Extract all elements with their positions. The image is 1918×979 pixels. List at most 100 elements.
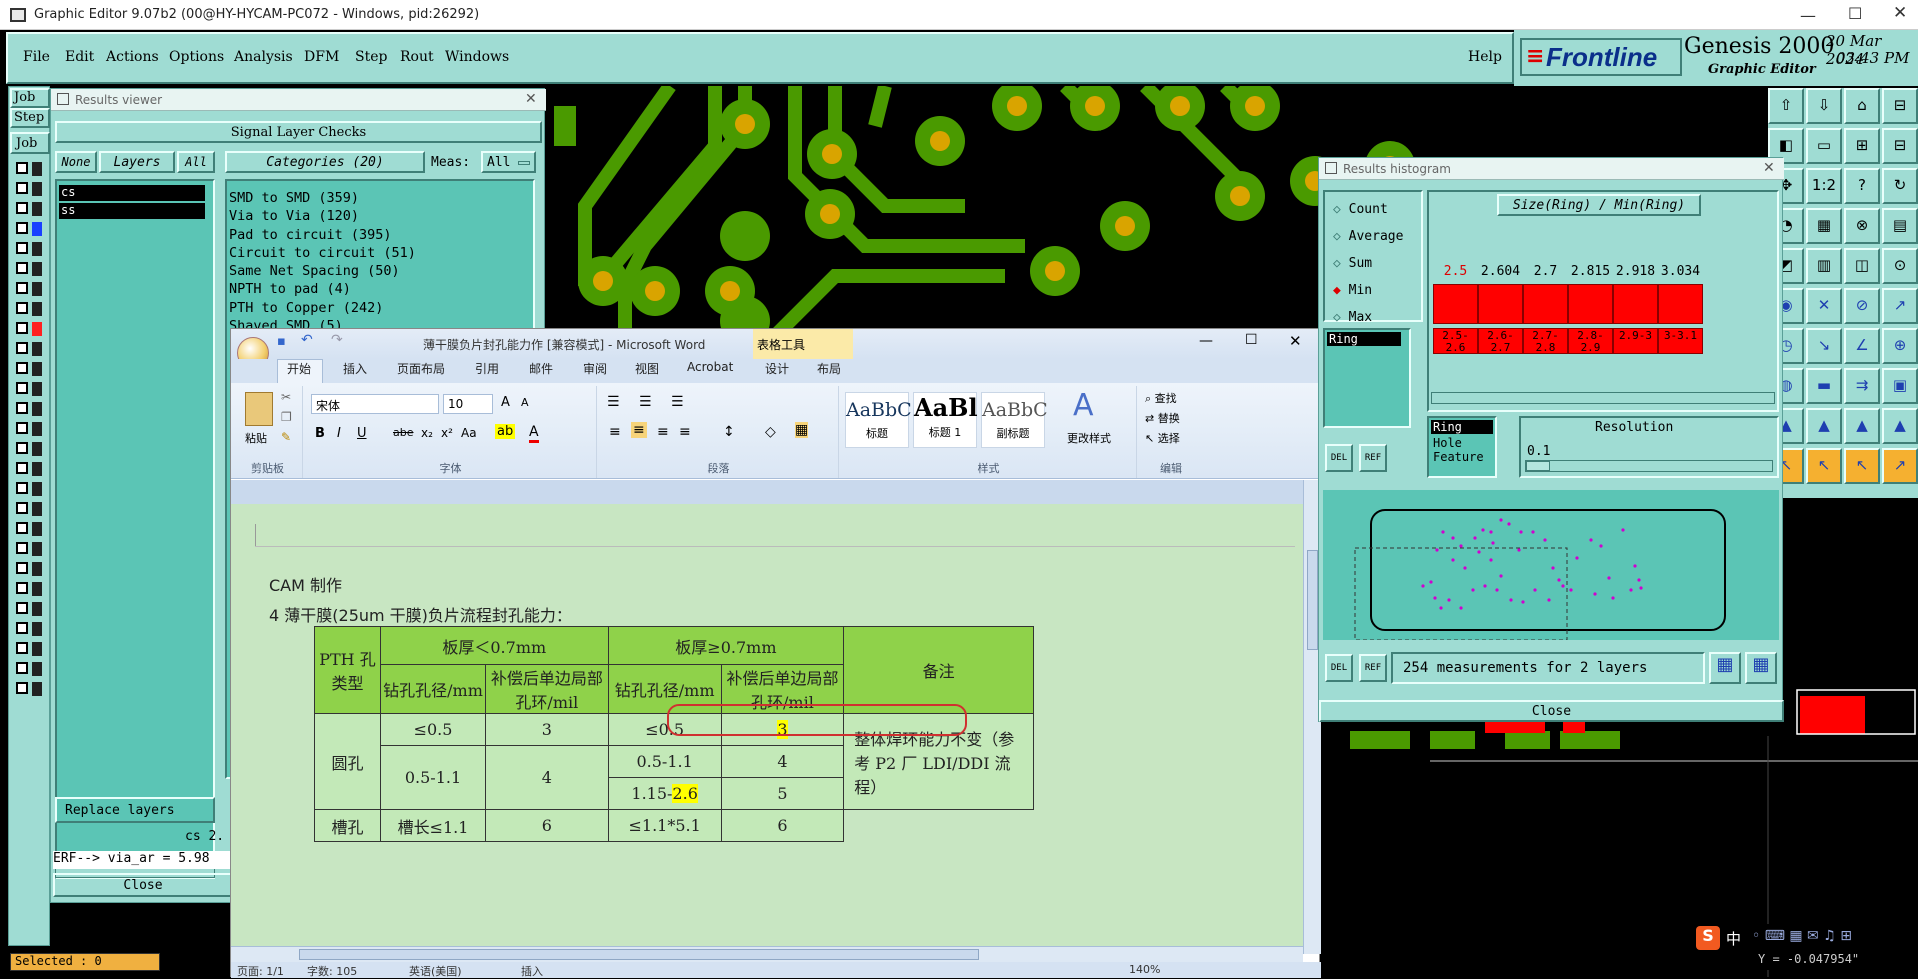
redo-icon[interactable]: ↷ (331, 332, 343, 348)
save-icon[interactable]: ▪ (277, 334, 286, 349)
layer-item[interactable]: cs (59, 185, 205, 201)
palette-tool-icon[interactable]: ⇉ (1844, 368, 1880, 404)
option-count[interactable]: ◇ Count (1333, 196, 1421, 223)
option-max[interactable]: ◇ Max (1333, 304, 1421, 331)
layer-checkbox[interactable] (16, 262, 28, 274)
font-size-select[interactable]: 10 (443, 394, 493, 414)
type-item[interactable]: Feature (1429, 450, 1495, 464)
ref-button-top[interactable]: REF (1359, 444, 1387, 472)
layer-checkbox[interactable] (16, 422, 28, 434)
underline-icon[interactable]: U (357, 426, 367, 441)
palette-tool-icon[interactable]: ⊕ (1882, 328, 1918, 364)
minimize-icon[interactable]: — (1800, 6, 1816, 25)
palette-tool-icon[interactable]: ▲ (1844, 408, 1880, 444)
layer-checkbox[interactable] (16, 442, 28, 454)
numbering-icon[interactable]: ☰ (639, 394, 652, 410)
menu-help[interactable]: Help (1468, 49, 1502, 65)
tab-references[interactable]: 引用 (475, 360, 499, 377)
check-item[interactable]: Pad to circuit (395) (229, 226, 533, 244)
layer-list[interactable]: cs ss (55, 179, 215, 879)
layer-checkbox[interactable] (16, 502, 28, 514)
shading-icon[interactable]: ◇ (765, 424, 776, 440)
tab-table-layout[interactable]: 布局 (817, 360, 841, 377)
rv-close-icon[interactable]: ✕ (525, 91, 537, 107)
palette-tool-icon[interactable]: ↗ (1882, 448, 1918, 484)
horizontal-scrollbar[interactable] (231, 946, 1303, 962)
option-min[interactable]: ◆ Min (1333, 277, 1421, 304)
layer-checkbox[interactable] (16, 682, 28, 694)
palette-tool-icon[interactable]: ∠ (1844, 328, 1880, 364)
palette-tool-icon[interactable]: ↻ (1882, 168, 1918, 204)
italic-icon[interactable]: I (337, 426, 341, 441)
layer-checkbox[interactable] (16, 662, 28, 674)
ime-logo-icon[interactable]: S (1696, 926, 1720, 950)
layers-button[interactable]: Layers (99, 151, 175, 173)
check-item[interactable]: SMD to SMD (359) (229, 189, 533, 207)
palette-tool-icon[interactable]: ? (1844, 168, 1880, 204)
job-label[interactable]: Job (10, 88, 50, 108)
layer-checkbox[interactable] (16, 382, 28, 394)
histogram-bar[interactable] (1613, 284, 1658, 324)
format-painter-icon[interactable]: ✎ (281, 430, 291, 444)
palette-tool-icon[interactable]: ⊗ (1844, 208, 1880, 244)
del-button[interactable]: DEL (1325, 654, 1353, 682)
menu-actions[interactable]: Actions (106, 49, 159, 65)
palette-tool-icon[interactable]: ▦ (1806, 208, 1842, 244)
histogram-bar[interactable] (1478, 284, 1523, 324)
replace-button[interactable]: ⇄ 替换 (1145, 410, 1180, 426)
zoom-fit-icon[interactable]: ▦ (1709, 652, 1741, 684)
all-button[interactable]: All (177, 151, 215, 173)
maximize-icon[interactable]: ☐ (1848, 4, 1862, 23)
close-icon[interactable]: ✕ (1893, 3, 1907, 23)
palette-tool-icon[interactable]: ↖ (1844, 448, 1880, 484)
job-button[interactable]: Job (10, 132, 50, 154)
layer-checkbox[interactable] (16, 622, 28, 634)
style-subtitle[interactable]: AaBbC 副标题 (981, 392, 1048, 448)
tab-mailings[interactable]: 邮件 (529, 360, 553, 377)
layer-checkboxes[interactable] (12, 162, 48, 712)
tab-design[interactable]: 设计 (765, 360, 789, 377)
palette-tool-icon[interactable]: ▤ (1882, 208, 1918, 244)
ring-list[interactable]: Ring (1323, 328, 1411, 428)
palette-tool-icon[interactable]: ↘ (1806, 328, 1842, 364)
ime-mode[interactable]: 中 (1726, 928, 1741, 949)
menu-edit[interactable]: Edit (65, 49, 94, 65)
histogram-bar[interactable] (1523, 284, 1568, 324)
highlight-icon[interactable]: ab (495, 424, 516, 439)
layer-checkbox[interactable] (16, 642, 28, 654)
copy-icon[interactable]: ❐ (281, 410, 292, 424)
palette-tool-icon[interactable]: ▣ (1882, 368, 1918, 404)
layer-checkbox[interactable] (16, 242, 28, 254)
change-case-icon[interactable]: Aa (461, 426, 477, 440)
shrink-font-icon[interactable]: A (521, 396, 529, 409)
chart-scrollbar[interactable] (1431, 392, 1775, 404)
layer-checkbox[interactable] (16, 162, 28, 174)
menu-file[interactable]: File (23, 49, 50, 65)
palette-tool-icon[interactable]: ⊟ (1882, 88, 1918, 124)
option-average[interactable]: ◇ Average (1333, 223, 1421, 250)
del-button-top[interactable]: DEL (1325, 444, 1353, 472)
font-name-select[interactable]: 宋体 (311, 394, 439, 414)
layer-checkbox[interactable] (16, 542, 28, 554)
zoom-area-icon[interactable]: ▦ (1745, 652, 1777, 684)
superscript-icon[interactable]: x² (441, 426, 453, 440)
palette-tool-icon[interactable]: ⊙ (1882, 248, 1918, 284)
layer-checkbox[interactable] (16, 362, 28, 374)
word-close-icon[interactable]: ✕ (1289, 332, 1302, 350)
font-color-icon[interactable]: A (529, 424, 539, 443)
layer-checkbox[interactable] (16, 342, 28, 354)
layer-checkbox[interactable] (16, 402, 28, 414)
palette-tool-icon[interactable]: ⊟ (1882, 128, 1918, 164)
layer-checkbox[interactable] (16, 582, 28, 594)
check-item[interactable]: Same Net Spacing (50) (229, 262, 533, 280)
borders-icon[interactable]: ▦ (795, 422, 809, 438)
subscript-icon[interactable]: x₂ (421, 426, 433, 440)
palette-tool-icon[interactable]: ▥ (1806, 248, 1842, 284)
style-title[interactable]: AaBbC 标题 (845, 392, 912, 448)
menu-dfm[interactable]: DFM (304, 49, 339, 65)
palette-tool-icon[interactable]: ⊞ (1844, 128, 1880, 164)
palette-tool-icon[interactable]: ▲ (1806, 408, 1842, 444)
tab-acrobat[interactable]: Acrobat (687, 360, 733, 374)
layer-checkbox[interactable] (16, 562, 28, 574)
palette-tool-icon[interactable]: ▲ (1882, 408, 1918, 444)
